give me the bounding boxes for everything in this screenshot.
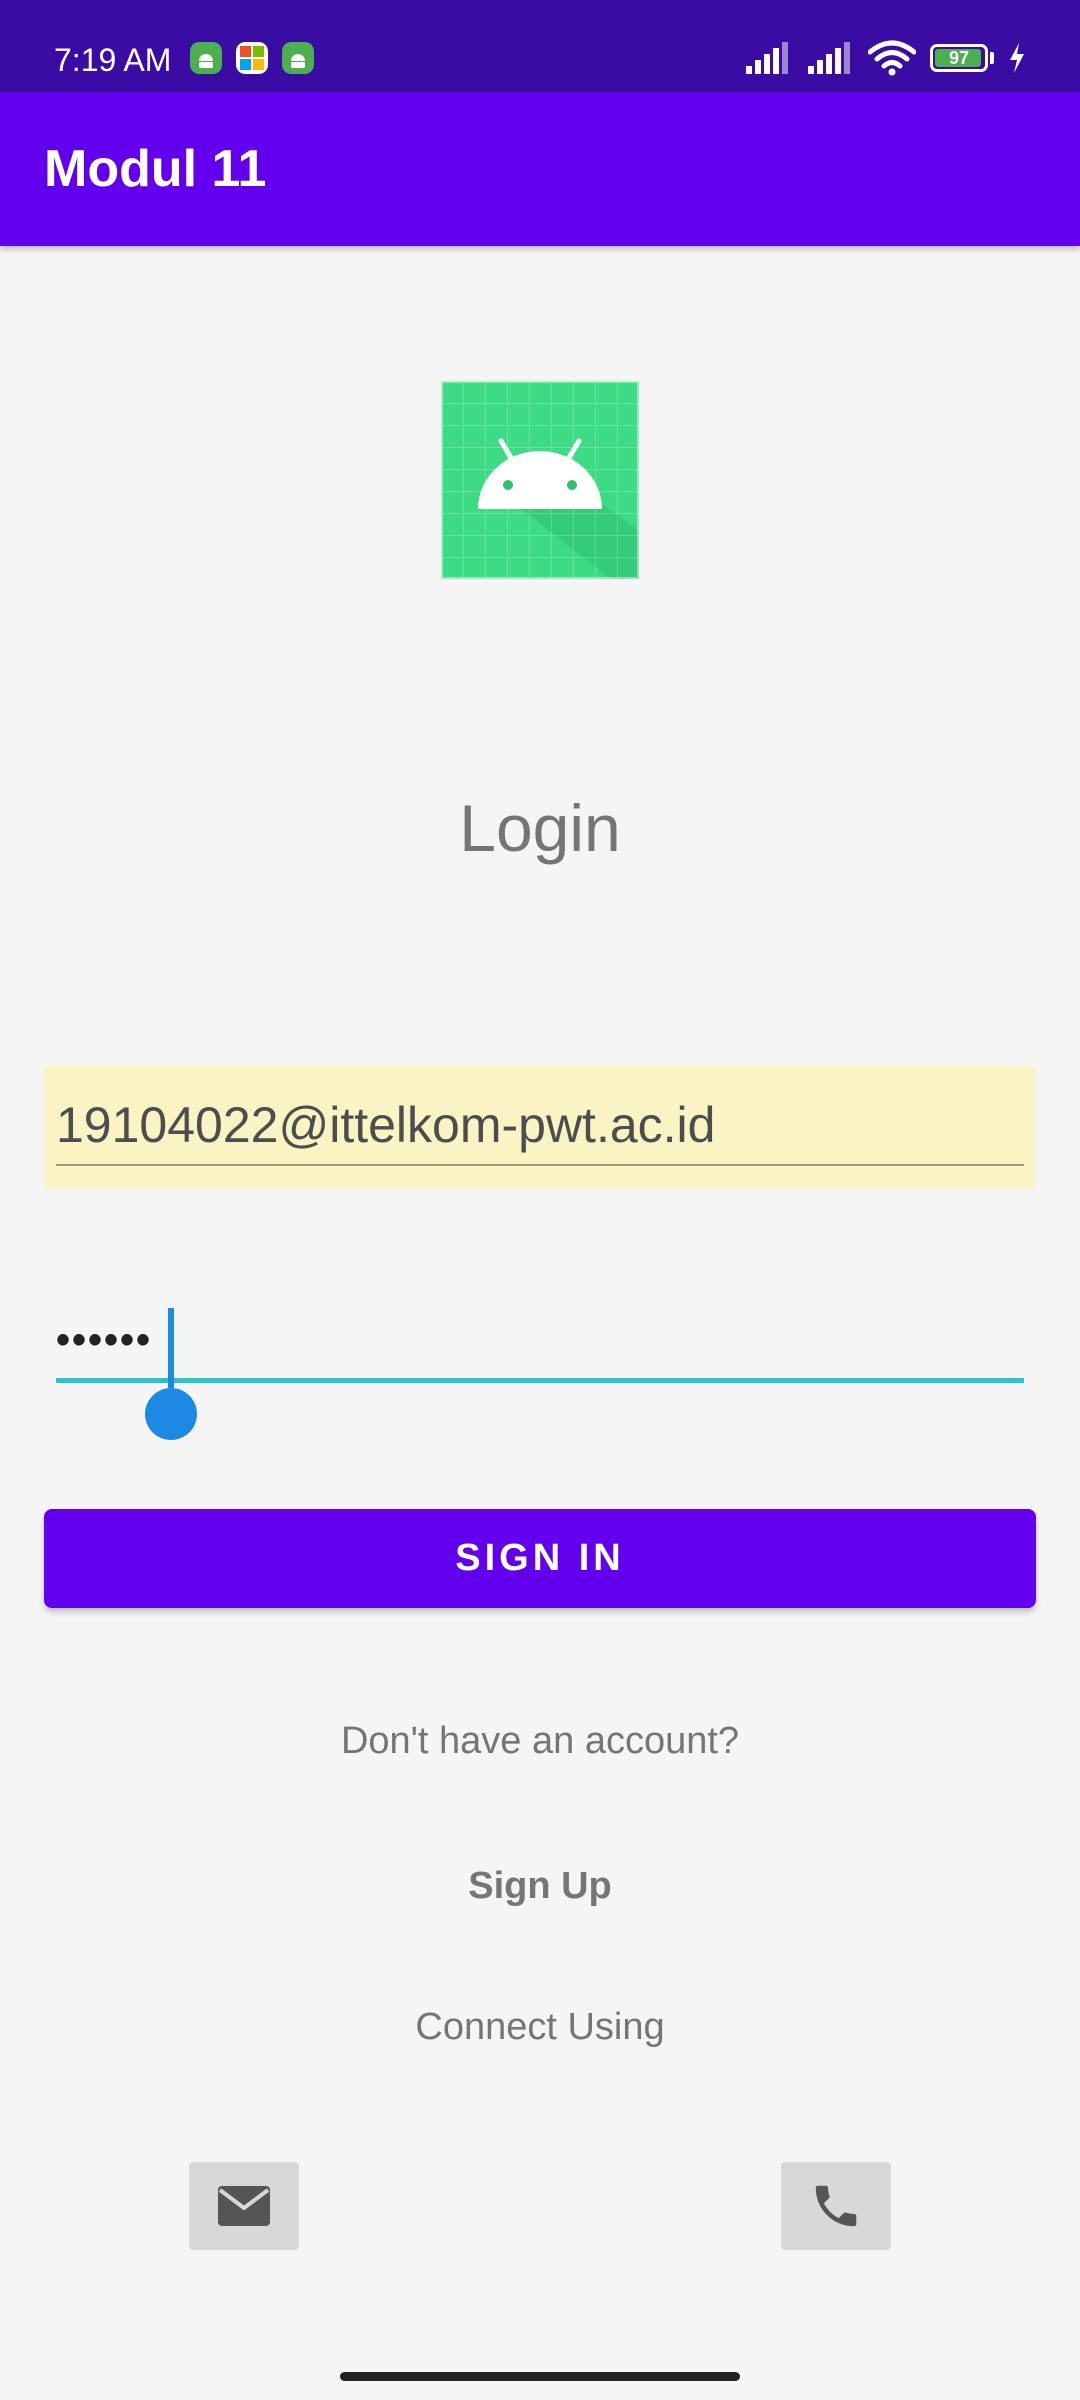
android-logo-icon (441, 381, 639, 579)
email-field[interactable]: 19104022@ittelkom-pwt.ac.id (44, 1066, 1036, 1188)
email-underline (56, 1164, 1024, 1166)
android-app-icon (282, 42, 314, 74)
password-value[interactable]: •••••• (56, 1318, 152, 1363)
connect-using-text: Connect Using (415, 2006, 665, 2048)
app-bar: Modul 11 (0, 92, 1080, 246)
notification-icons (190, 42, 314, 74)
password-underline (56, 1378, 1024, 1383)
cellular-signal-icon (808, 42, 850, 74)
sign-in-button[interactable]: SIGN IN (44, 1509, 1036, 1608)
cellular-signal-icon (746, 42, 788, 74)
login-title: Login (459, 791, 621, 865)
status-time: 7:19 AM (54, 42, 172, 78)
mail-icon (218, 2186, 270, 2226)
phone-login-button[interactable] (781, 2162, 891, 2250)
no-account-text: Don't have an account? (340, 1720, 740, 1762)
app-title: Modul 11 (44, 140, 267, 198)
cursor-handle[interactable] (145, 1388, 197, 1440)
wifi-icon (868, 40, 916, 76)
password-field[interactable]: •••••• (44, 1300, 1036, 1440)
text-cursor (168, 1308, 174, 1388)
phone-icon (815, 2185, 857, 2227)
charging-bolt-icon (1010, 43, 1024, 73)
battery-icon: 97 (930, 44, 988, 72)
android-app-icon (190, 42, 222, 74)
microsoft-icon (236, 42, 268, 74)
status-bar: 7:19 AM 97 (0, 0, 1080, 92)
battery-level-text: 97 (948, 47, 970, 68)
sign-up-link[interactable]: Sign Up (0, 1865, 1080, 1908)
email-value[interactable]: 19104022@ittelkom-pwt.ac.id (56, 1096, 1024, 1154)
email-login-button[interactable] (189, 2162, 299, 2250)
status-indicators: 97 (744, 40, 1026, 76)
gesture-navigation-bar[interactable] (340, 2372, 740, 2381)
battery-tip (990, 52, 994, 64)
